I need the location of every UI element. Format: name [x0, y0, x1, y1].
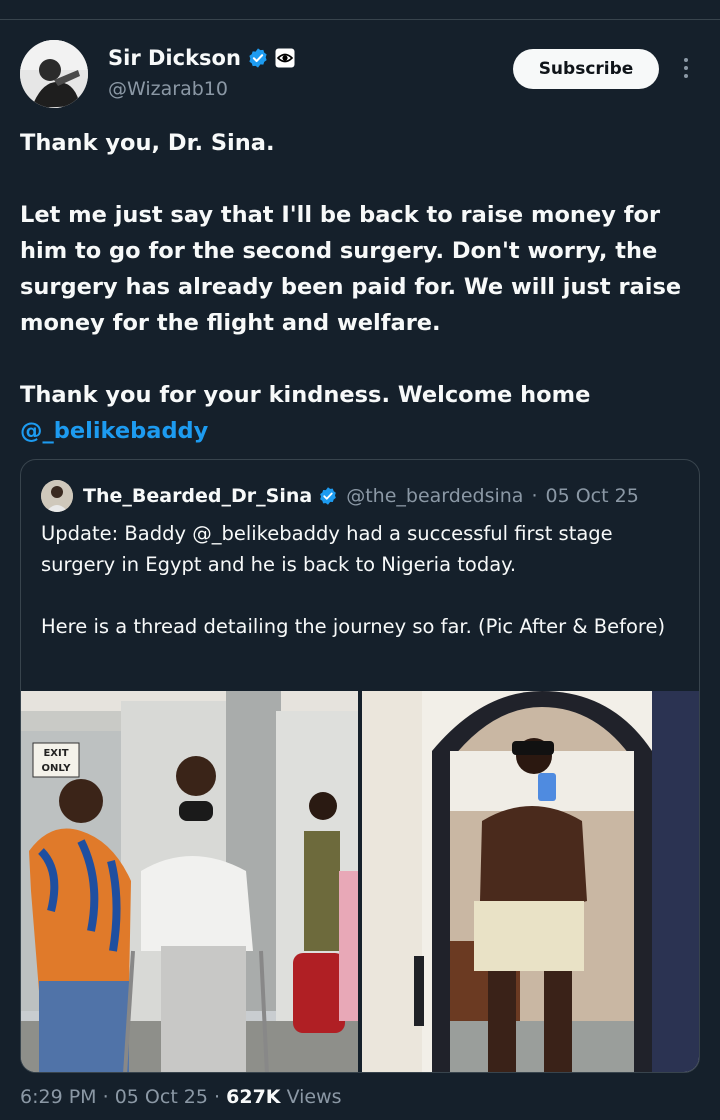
quoted-handle[interactable]: @the_beardedsina [346, 485, 523, 507]
views-label: Views [286, 1086, 342, 1108]
tweet-paragraph-3-text: Thank you for your kindness. Welcome hom… [20, 382, 591, 408]
exit-sign-text: EXIT [43, 748, 68, 759]
more-vertical-icon[interactable] [676, 56, 696, 82]
quoted-display-name[interactable]: The_Bearded_Dr_Sina [83, 485, 312, 507]
tweet-date[interactable]: 05 Oct 25 [115, 1086, 208, 1108]
author-name-row: Sir Dickson [108, 46, 295, 70]
tweet-footer: 6:29 PM · 05 Oct 25 · 627K Views [20, 1086, 342, 1108]
quoted-separator: · [531, 485, 538, 507]
tweet-text: Thank you, Dr. Sina. Let me just say tha… [20, 125, 700, 449]
tweet-time[interactable]: 6:29 PM [20, 1086, 97, 1108]
author-handle[interactable]: @Wizarab10 [108, 78, 228, 100]
footer-separator-2: · [214, 1086, 221, 1108]
top-divider [0, 19, 720, 20]
photo-before[interactable] [362, 691, 699, 1072]
quoted-verified-badge-icon [320, 487, 337, 505]
eye-badge-icon[interactable] [275, 48, 295, 68]
quoted-text: Update: Baddy @_belikebaddy had a succes… [41, 518, 681, 642]
quoted-tweet[interactable]: The_Bearded_Dr_Sina @the_beardedsina · 0… [20, 459, 700, 1073]
tweet-paragraph-3: Thank you for your kindness. Welcome hom… [20, 377, 700, 449]
photo-after[interactable]: EXIT ONLY [21, 691, 358, 1072]
only-sign-text: ONLY [42, 763, 72, 774]
quoted-text-1: Update: Baddy @_belikebaddy had a succes… [41, 522, 613, 576]
footer-separator-1: · [102, 1086, 109, 1108]
tweet-line-1: Thank you, Dr. Sina. [20, 130, 275, 156]
quoted-date: 05 Oct 25 [545, 485, 639, 507]
avatar[interactable] [20, 40, 88, 108]
views-count: 627K [226, 1086, 281, 1108]
quoted-media: EXIT ONLY [21, 691, 699, 1072]
quoted-avatar[interactable] [41, 480, 73, 512]
quoted-tweet-header: The_Bearded_Dr_Sina @the_beardedsina · 0… [41, 480, 639, 512]
tweet-header: Sir Dickson @Wizarab10 Subscribe [20, 40, 700, 110]
quoted-text-2: Here is a thread detailing the journey s… [41, 615, 666, 638]
tweet-paragraph-2: Let me just say that I'll be back to rai… [20, 202, 682, 336]
subscribe-button[interactable]: Subscribe [513, 49, 659, 89]
verified-badge-icon [249, 48, 267, 68]
mention-link[interactable]: @_belikebaddy [20, 418, 208, 444]
author-display-name[interactable]: Sir Dickson [108, 46, 241, 70]
